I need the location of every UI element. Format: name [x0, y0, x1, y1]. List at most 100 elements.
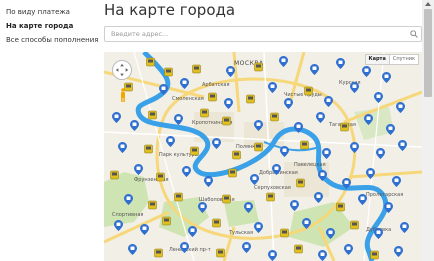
- bank-office-marker-icon[interactable]: [396, 102, 405, 113]
- payment-terminal-marker-icon[interactable]: [266, 192, 275, 203]
- map-pan-control[interactable]: [112, 60, 132, 80]
- bank-office-marker-icon[interactable]: [130, 120, 139, 131]
- bank-office-marker-icon[interactable]: [342, 178, 351, 189]
- payment-terminal-marker-icon[interactable]: [270, 112, 279, 123]
- bank-office-marker-icon[interactable]: [392, 176, 401, 187]
- bank-office-marker-icon[interactable]: [374, 92, 383, 103]
- payment-terminal-marker-icon[interactable]: [232, 150, 241, 161]
- payment-terminal-marker-icon[interactable]: [148, 110, 157, 121]
- bank-office-marker-icon[interactable]: [318, 250, 327, 261]
- payment-terminal-marker-icon[interactable]: [212, 218, 221, 229]
- payment-terminal-marker-icon[interactable]: [144, 144, 153, 155]
- bank-office-marker-icon[interactable]: [174, 114, 183, 125]
- payment-terminal-marker-icon[interactable]: [192, 64, 201, 75]
- payment-terminal-marker-icon[interactable]: [340, 122, 349, 133]
- payment-terminal-marker-icon[interactable]: [200, 108, 209, 119]
- bank-office-marker-icon[interactable]: [344, 244, 353, 255]
- page-scrollbar[interactable]: [422, 0, 434, 261]
- payment-terminal-marker-icon[interactable]: [254, 62, 263, 73]
- bank-office-marker-icon[interactable]: [366, 168, 375, 179]
- scroll-thumb[interactable]: [424, 9, 432, 97]
- bank-office-marker-icon[interactable]: [382, 72, 391, 83]
- search-icon[interactable]: [410, 30, 418, 38]
- bank-office-marker-icon[interactable]: [180, 242, 189, 253]
- bank-office-marker-icon[interactable]: [204, 176, 213, 187]
- bank-office-marker-icon[interactable]: [350, 142, 359, 153]
- map-type-button-map[interactable]: Карта: [365, 55, 389, 64]
- bank-office-marker-icon[interactable]: [268, 82, 277, 93]
- bank-office-marker-icon[interactable]: [128, 244, 137, 255]
- bank-office-marker-icon[interactable]: [188, 226, 197, 237]
- payment-terminal-marker-icon[interactable]: [246, 94, 255, 105]
- payment-terminal-marker-icon[interactable]: [304, 86, 313, 97]
- street-view-pegman-icon[interactable]: [120, 88, 126, 102]
- bank-office-marker-icon[interactable]: [180, 78, 189, 89]
- bank-office-marker-icon[interactable]: [124, 194, 133, 205]
- payment-terminal-marker-icon[interactable]: [280, 228, 289, 239]
- payment-terminal-marker-icon[interactable]: [110, 170, 119, 181]
- payment-terminal-marker-icon[interactable]: [222, 194, 231, 205]
- bank-office-marker-icon[interactable]: [384, 202, 393, 213]
- sidebar-item-all-topup-methods[interactable]: Все способы пополнения: [6, 36, 99, 44]
- bank-office-marker-icon[interactable]: [250, 174, 259, 185]
- bank-office-marker-icon[interactable]: [394, 246, 403, 257]
- city-map[interactable]: МОСКВА Смоленская Арбатская Кропоткинска…: [104, 52, 422, 261]
- bank-office-marker-icon[interactable]: [400, 222, 409, 233]
- bank-office-marker-icon[interactable]: [268, 250, 277, 261]
- bank-office-marker-icon[interactable]: [350, 82, 359, 93]
- bank-office-marker-icon[interactable]: [134, 164, 143, 175]
- bank-office-marker-icon[interactable]: [310, 64, 319, 75]
- payment-terminal-marker-icon[interactable]: [190, 146, 199, 157]
- bank-office-marker-icon[interactable]: [226, 66, 235, 77]
- scroll-up-arrow-icon[interactable]: [425, 2, 431, 6]
- payment-terminal-marker-icon[interactable]: [350, 220, 359, 231]
- bank-office-marker-icon[interactable]: [118, 142, 127, 153]
- bank-office-marker-icon[interactable]: [114, 220, 123, 231]
- bank-office-marker-icon[interactable]: [140, 224, 149, 235]
- bank-office-marker-icon[interactable]: [374, 228, 383, 239]
- payment-terminal-marker-icon[interactable]: [254, 142, 263, 153]
- payment-terminal-marker-icon[interactable]: [300, 140, 309, 151]
- bank-office-marker-icon[interactable]: [224, 98, 233, 109]
- bank-office-marker-icon[interactable]: [182, 166, 191, 177]
- payment-terminal-marker-icon[interactable]: [156, 172, 165, 183]
- payment-terminal-marker-icon[interactable]: [162, 216, 171, 227]
- address-search-input[interactable]: [105, 27, 411, 41]
- payment-terminal-marker-icon[interactable]: [222, 116, 231, 127]
- sidebar-item-by-payment-type[interactable]: По виду платежа: [6, 8, 70, 16]
- sidebar-item-on-city-map[interactable]: На карте города: [6, 22, 73, 30]
- bank-office-marker-icon[interactable]: [198, 202, 207, 213]
- payment-terminal-marker-icon[interactable]: [164, 67, 173, 78]
- bank-office-marker-icon[interactable]: [326, 228, 335, 239]
- bank-office-marker-icon[interactable]: [242, 242, 251, 253]
- payment-terminal-marker-icon[interactable]: [208, 92, 217, 103]
- bank-office-marker-icon[interactable]: [316, 112, 325, 123]
- bank-office-marker-icon[interactable]: [336, 58, 345, 69]
- bank-office-marker-icon[interactable]: [254, 222, 263, 233]
- bank-office-marker-icon[interactable]: [280, 146, 289, 157]
- bank-office-marker-icon[interactable]: [322, 148, 331, 159]
- payment-terminal-marker-icon[interactable]: [228, 168, 237, 179]
- bank-office-marker-icon[interactable]: [279, 56, 288, 67]
- payment-terminal-marker-icon[interactable]: [216, 248, 225, 259]
- bank-office-marker-icon[interactable]: [294, 122, 303, 133]
- bank-office-marker-icon[interactable]: [314, 192, 323, 203]
- bank-office-marker-icon[interactable]: [254, 120, 263, 131]
- payment-terminal-marker-icon[interactable]: [294, 244, 303, 255]
- bank-office-marker-icon[interactable]: [386, 124, 395, 135]
- bank-office-marker-icon[interactable]: [324, 96, 333, 107]
- payment-terminal-marker-icon[interactable]: [146, 57, 155, 68]
- map-type-button-satellite[interactable]: Спутник: [388, 55, 418, 64]
- bank-office-marker-icon[interactable]: [272, 164, 281, 175]
- bank-office-marker-icon[interactable]: [376, 148, 385, 159]
- bank-office-marker-icon[interactable]: [302, 218, 311, 229]
- bank-office-marker-icon[interactable]: [112, 112, 121, 123]
- bank-office-marker-icon[interactable]: [318, 170, 327, 181]
- bank-office-marker-icon[interactable]: [364, 114, 373, 125]
- payment-terminal-marker-icon[interactable]: [148, 200, 157, 211]
- payment-terminal-marker-icon[interactable]: [174, 192, 183, 203]
- payment-terminal-marker-icon[interactable]: [154, 248, 163, 259]
- bank-office-marker-icon[interactable]: [362, 66, 371, 77]
- bank-office-marker-icon[interactable]: [166, 136, 175, 147]
- bank-office-marker-icon[interactable]: [244, 202, 253, 213]
